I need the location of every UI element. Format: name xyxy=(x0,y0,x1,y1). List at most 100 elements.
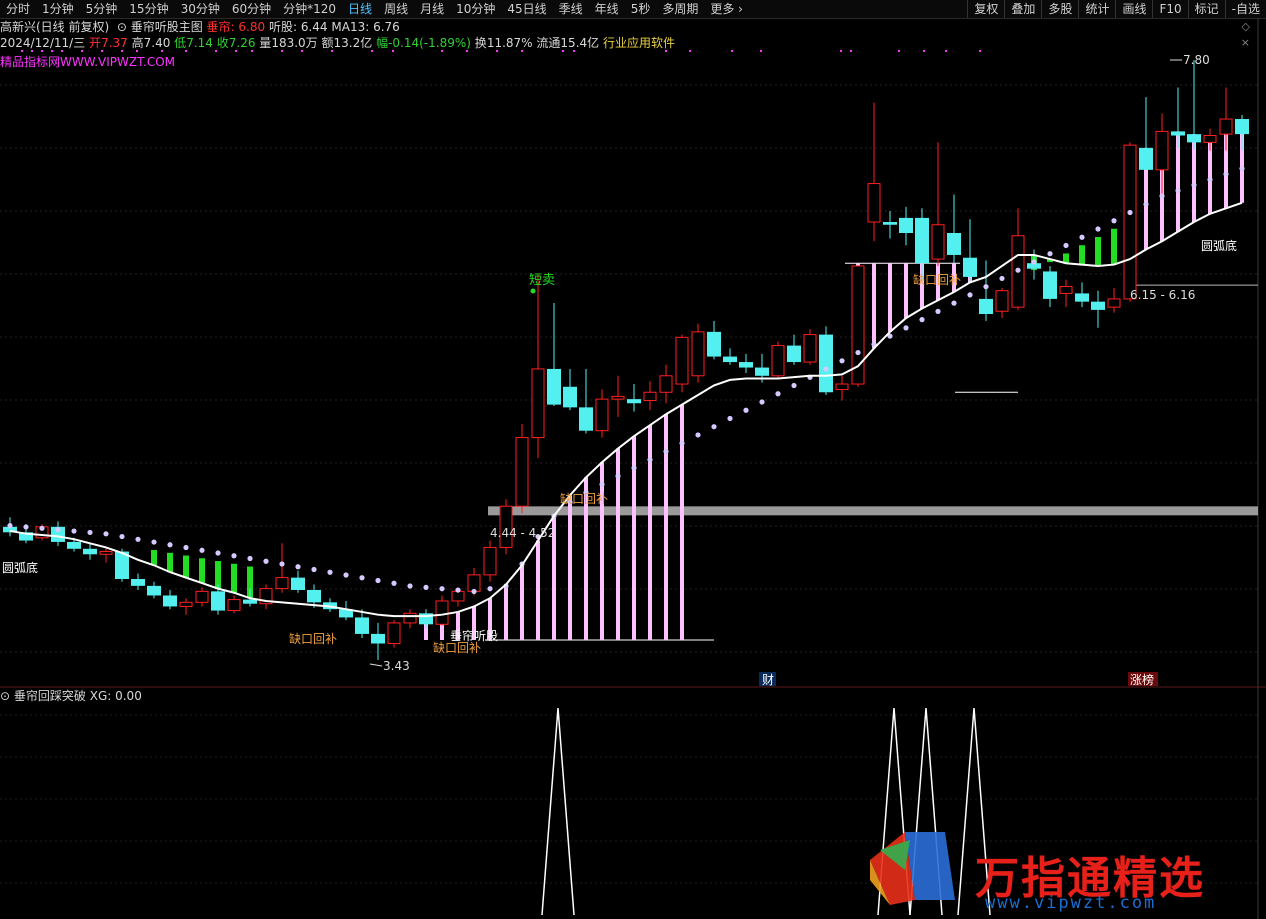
magenta-marker xyxy=(979,50,981,52)
magenta-marker xyxy=(371,50,373,52)
tinggu-dot xyxy=(487,586,493,592)
magenta-marker xyxy=(185,50,187,52)
zhangbang-tag: 涨榜 xyxy=(1130,672,1154,687)
xg-indicator-name[interactable]: 垂帘回踩突破 xyxy=(14,689,86,703)
tinggu-dot xyxy=(903,325,909,331)
tinggu-dot xyxy=(759,399,765,405)
pink-bar xyxy=(872,263,876,349)
tinggu-dot xyxy=(647,457,653,463)
magenta-marker xyxy=(61,50,63,52)
sell-signal-dot xyxy=(530,288,536,294)
tinggu-dot xyxy=(615,473,621,479)
candle-body-down xyxy=(147,585,161,596)
magenta-marker xyxy=(496,50,498,52)
tinggu-dot xyxy=(775,391,781,397)
tinggu-dot xyxy=(1063,242,1069,249)
tinggu-dot xyxy=(1239,165,1245,172)
tinggu-dot xyxy=(167,542,173,548)
main-candlestick-chart[interactable]: 7.803.434.44 - 4.526.15 - 6.16短卖缺口回补缺口回补… xyxy=(0,0,1266,919)
tinggu-dot xyxy=(999,275,1005,282)
xg-label: XG xyxy=(89,689,108,703)
magenta-marker xyxy=(689,50,691,52)
candle-body-down xyxy=(163,595,177,607)
magenta-marker xyxy=(31,50,33,52)
candle-body-down xyxy=(371,633,385,644)
tinggu-dot xyxy=(327,569,333,575)
candle-body-down xyxy=(131,578,145,586)
magenta-marker xyxy=(562,50,564,52)
magenta-marker xyxy=(215,50,217,52)
candle-body-down xyxy=(755,367,769,376)
tinggu-dot xyxy=(439,586,445,592)
tinggu-dot xyxy=(247,555,253,562)
candle-body-up xyxy=(403,612,417,624)
green-bar xyxy=(151,550,157,566)
candle-body-down xyxy=(1187,134,1201,143)
magenta-marker xyxy=(441,50,443,52)
candle-body-up xyxy=(179,601,193,607)
pink-bar xyxy=(520,565,524,640)
candle-body-up xyxy=(483,546,497,576)
candle-body-down xyxy=(707,331,721,357)
magenta-marker xyxy=(898,50,900,52)
candle-body-down xyxy=(739,362,753,368)
candle-body-up xyxy=(99,551,113,555)
tinggu-dot xyxy=(55,527,61,533)
candle-body-up xyxy=(195,590,209,603)
tinggu-dot xyxy=(919,317,925,323)
candle-body-down xyxy=(819,334,833,393)
magenta-marker xyxy=(392,50,394,52)
candle-body-down xyxy=(723,356,737,363)
tinggu-dot xyxy=(743,407,749,413)
magenta-marker xyxy=(850,50,852,52)
tinggu-dot xyxy=(1175,187,1181,194)
candle-body-up xyxy=(435,600,449,625)
tinggu-dot xyxy=(375,577,381,584)
tinggu-dot xyxy=(1127,209,1133,216)
tinggu-dot xyxy=(983,284,989,290)
magenta-marker xyxy=(521,50,523,52)
candle-body-down xyxy=(67,541,81,549)
tinggu-dot xyxy=(311,566,317,573)
tinggu-dot xyxy=(23,524,29,530)
magenta-marker xyxy=(760,50,762,52)
pink-bar xyxy=(680,404,684,640)
sell-signal-label: 短卖 xyxy=(529,273,555,288)
green-bar xyxy=(215,561,221,589)
indicator-panel-title: ⊙ 垂帘回踩突破 XG: 0.00 xyxy=(0,689,142,703)
magenta-marker xyxy=(41,50,43,52)
tinggu-dot xyxy=(103,531,109,537)
zone-1-label: 4.44 - 4.52 xyxy=(490,526,555,540)
candle-body-down xyxy=(211,591,225,611)
tinggu-label: 垂帘听股 xyxy=(450,628,498,643)
candle-body-down xyxy=(355,617,369,634)
xg-value: 0.00 xyxy=(115,689,142,703)
tinggu-dot xyxy=(1111,218,1117,224)
magenta-marker xyxy=(136,50,138,52)
tinggu-dot xyxy=(407,583,413,589)
tinggu-dot xyxy=(391,580,397,586)
tinggu-dot xyxy=(711,424,717,430)
candle-body-down xyxy=(963,257,977,277)
candle-body-down xyxy=(883,222,897,225)
candle-body-up xyxy=(835,383,849,391)
magenta-marker xyxy=(665,50,667,52)
tinggu-dot xyxy=(119,533,125,540)
candle-body-up xyxy=(931,224,945,260)
tinggu-dot xyxy=(455,587,461,593)
candle-body-up xyxy=(275,577,289,590)
tinggu-dot xyxy=(823,366,829,372)
indicator-panel-icon[interactable]: ⊙ xyxy=(0,689,14,703)
tinggu-dot xyxy=(791,382,797,389)
tinggu-dot xyxy=(1191,182,1197,188)
candle-body-up xyxy=(1155,130,1169,171)
candle-body-up xyxy=(675,336,689,385)
tinggu-dot xyxy=(951,300,957,306)
tinggu-dots xyxy=(7,165,1245,595)
magenta-marker xyxy=(121,50,123,52)
candle-body-up xyxy=(1123,144,1137,300)
candle-body-down xyxy=(291,577,305,590)
green-bar xyxy=(199,558,205,584)
candle-body-down xyxy=(1043,271,1057,299)
tinggu-dot xyxy=(183,544,189,551)
